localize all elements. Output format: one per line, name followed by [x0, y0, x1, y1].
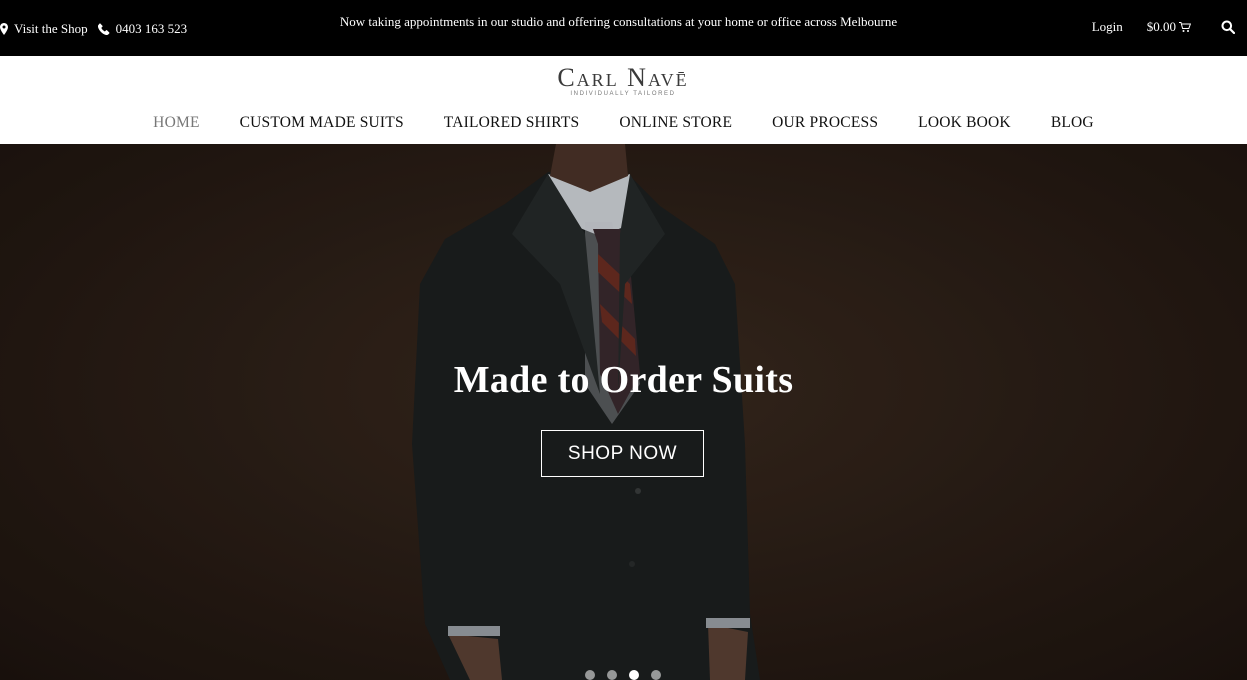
announcement-text: Now taking appointments in our studio an…: [339, 14, 898, 29]
brand-name: Carl Navē: [557, 63, 689, 92]
visit-shop-label: Visit the Shop: [14, 21, 88, 36]
slider-dot-2[interactable]: [607, 670, 617, 680]
site-header: Carl Navē INDIVIDUALLY TAILORED HOME CUS…: [0, 56, 1247, 144]
cart-link[interactable]: $0.00: [1147, 19, 1191, 35]
shop-now-button[interactable]: SHOP NOW: [541, 430, 704, 477]
login-link[interactable]: Login: [1092, 19, 1123, 35]
nav-item-our-process[interactable]: OUR PROCESS: [772, 114, 878, 132]
nav-item-online-store[interactable]: ONLINE STORE: [619, 114, 732, 132]
slider-dot-1[interactable]: [585, 670, 595, 680]
phone-link[interactable]: 0403 163 523: [97, 21, 188, 37]
nav-item-look-book[interactable]: LOOK BOOK: [918, 114, 1011, 132]
cart-icon: [1179, 21, 1191, 33]
phone-number: 0403 163 523: [115, 21, 188, 36]
account-area: Login $0.00: [1092, 19, 1235, 35]
search-icon[interactable]: [1221, 20, 1235, 34]
nav-item-custom-made-suits[interactable]: CUSTOM MADE SUITS: [240, 114, 404, 132]
top-bar: Visit the Shop 0403 163 523 Now taking a…: [0, 0, 1247, 56]
hero-overlay: [0, 144, 1247, 680]
nav-item-tailored-shirts[interactable]: TAILORED SHIRTS: [444, 114, 580, 132]
slider-dot-4[interactable]: [651, 670, 661, 680]
phone-icon: [97, 23, 110, 35]
slider-pagination: [585, 670, 661, 680]
map-pin-icon: [0, 23, 8, 35]
hero-slider: Made to Order Suits SHOP NOW: [0, 144, 1247, 680]
site-logo[interactable]: Carl Navē INDIVIDUALLY TAILORED: [548, 63, 698, 98]
contact-links: Visit the Shop 0403 163 523: [0, 21, 187, 37]
hero-headline: Made to Order Suits: [453, 359, 794, 401]
nav-item-home[interactable]: HOME: [153, 114, 199, 132]
main-nav: HOME CUSTOM MADE SUITS TAILORED SHIRTS O…: [0, 114, 1247, 132]
cart-total: $0.00: [1146, 19, 1176, 34]
slider-dot-3[interactable]: [629, 670, 639, 680]
nav-item-blog[interactable]: BLOG: [1051, 114, 1094, 132]
brand-tagline: INDIVIDUALLY TAILORED: [570, 91, 676, 97]
visit-shop-link[interactable]: Visit the Shop: [0, 21, 88, 37]
